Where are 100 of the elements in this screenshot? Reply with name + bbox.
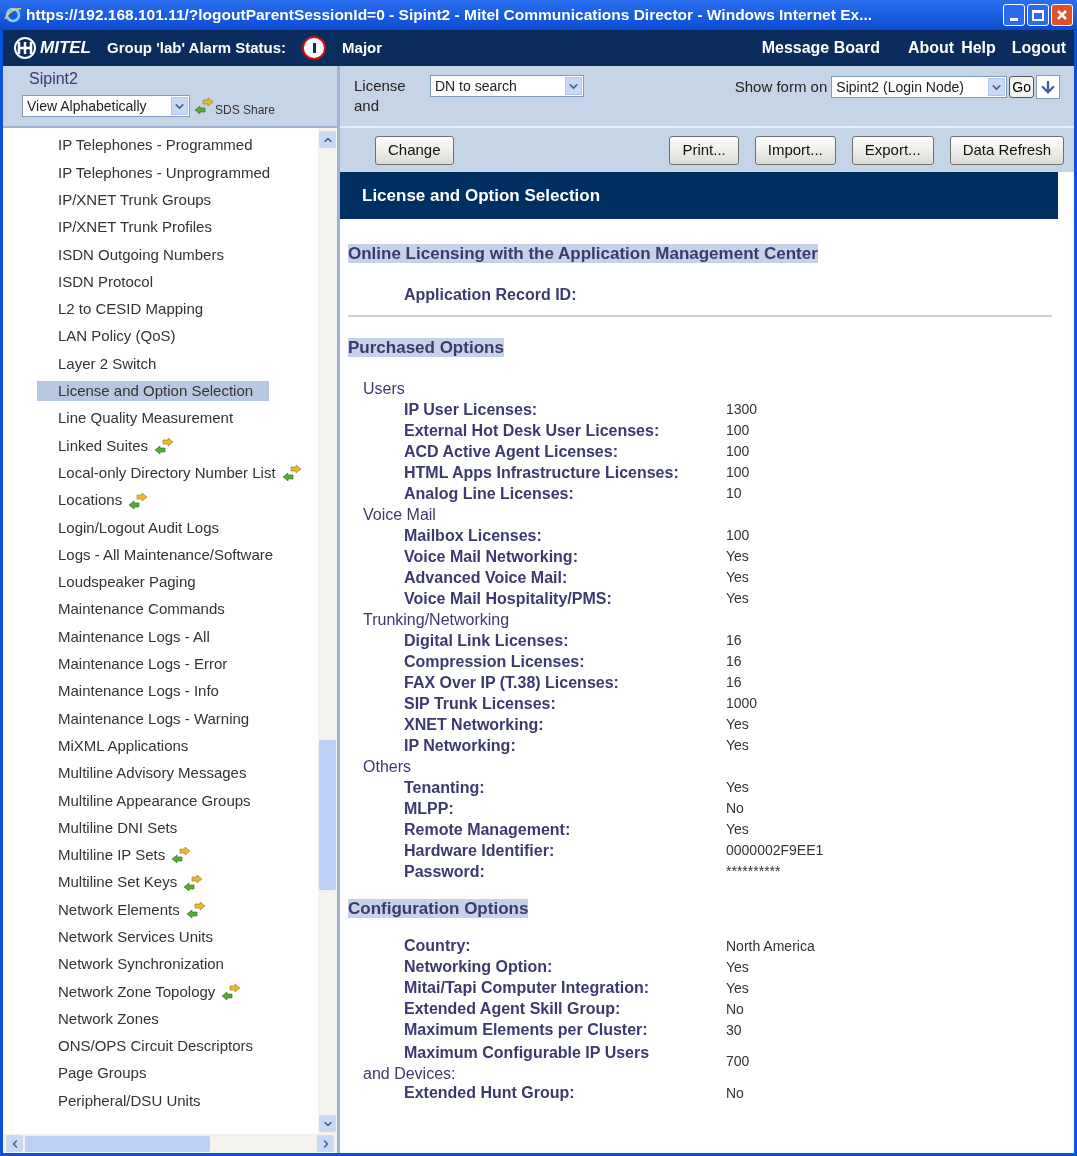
toolbar-button[interactable]: Import... [754,135,836,165]
group-label: Others [363,756,411,777]
sidebar-item[interactable]: Login/Logout Audit Logs [37,517,221,538]
field-label: Analog Line Licenses: [404,483,575,504]
sidebar-item[interactable]: Maintenance Commands [37,599,227,620]
header-link[interactable]: About [907,36,955,60]
sidebar-item[interactable]: Network Synchronization [37,954,226,975]
scroll-thumb[interactable] [25,1135,210,1152]
toolbar-button[interactable]: Export... [851,135,934,165]
scroll-thumb[interactable] [319,740,336,890]
form-label: License and [354,76,407,116]
field-label: Maximum Configurable IP Users [404,1042,651,1062]
toolbar-button[interactable]: Data Refresh [949,135,1064,165]
field-label: Advanced Voice Mail: [404,567,569,588]
horizontal-scrollbar[interactable] [3,1134,337,1153]
sidebar-item[interactable]: Multiline DNI Sets [37,818,180,839]
sidebar-item[interactable]: Loudspeaker Paging [37,572,198,593]
sidebar-item[interactable]: IP Telephones - Programmed [37,135,255,156]
field-label: Extended Agent Skill Group: [404,999,622,1019]
field-value: 1300 [726,400,758,419]
sidebar-item[interactable]: Page Groups [37,1063,149,1084]
header-link[interactable]: Help [961,36,996,60]
field-value: 100 [726,463,750,482]
window-title: https://192.168.101.11/?logoutParentSessionId=0 - Sipint2 - Mitel Communications Director - Windows Internet Ex... [26,5,874,26]
sidebar-item[interactable]: Layer 2 Switch [37,354,159,374]
field-value: Yes [726,568,749,587]
sidebar-item[interactable]: ISDN Protocol [37,272,156,293]
sidebar-item[interactable]: IP/XNET Trunk Profiles [37,217,214,238]
header-link[interactable]: Message Board [761,36,880,60]
search-select[interactable]: DN to search [430,75,584,97]
field-label: XNET Networking: [404,714,545,735]
form-title: License and Option Selection [362,184,601,207]
logo-text: MITEL [40,37,91,60]
alarm-status-label: Group 'lab' Alarm Status: [107,37,287,58]
node-name: Sipint2 [29,69,79,89]
sidebar-item[interactable]: IP/XNET Trunk Groups [37,190,214,211]
field-label: Extended Hunt Group: [404,1083,576,1103]
field-value: 16 [726,631,742,650]
field-value: Yes [726,957,749,977]
field-label: MLPP: [404,798,455,819]
field-label: Networking Option: [404,957,554,977]
node-select[interactable]: Sipint2 (Login Node) [831,76,1008,98]
sidebar-item[interactable]: Line Quality Measurement [37,408,236,429]
field-value: Yes [726,978,749,998]
field-value: Yes [726,547,749,566]
field-value: 700 [726,1052,750,1071]
header-link[interactable]: Logout [1011,36,1066,60]
field-label: Tenanting: [404,777,486,798]
go-button[interactable]: Go [1009,76,1034,98]
sidebar-item[interactable]: Network Zones [37,1009,161,1030]
field-label: Compression Licenses: [404,651,586,672]
view-select[interactable]: View Alphabetically [22,95,190,117]
sidebar-item[interactable]: LAN Policy (QoS) [37,326,178,347]
sidebar-item[interactable]: Locations [37,490,125,511]
sidebar-item[interactable]: Local-only Directory Number List [37,463,278,484]
group-label: Users [363,378,405,399]
field-value: No [726,999,744,1019]
vertical-scrollbar[interactable] [318,128,337,1134]
sidebar-item[interactable]: Maintenance Logs - Info [37,681,221,702]
toolbar-button[interactable]: Change [375,135,454,165]
sidebar-item[interactable]: Multiline Set Keys [37,872,180,893]
field-label: IP Networking: [404,735,517,756]
close-button[interactable] [1051,4,1073,26]
sidebar-item[interactable]: Network Elements [37,899,182,920]
minimize-button[interactable] [1003,4,1025,26]
sidebar-item[interactable]: License and Option Selection [37,381,270,402]
field-value: 10 [726,484,742,503]
field-label: Application Record ID: [404,284,577,305]
sidebar-item[interactable]: Maintenance Logs - Warning [37,708,252,729]
field-label: Maximum Elements per Cluster: [404,1020,649,1040]
field-value: 0000002F9EE1 [726,841,824,860]
sidebar-item[interactable]: MiXML Applications [37,736,191,757]
sidebar-item[interactable]: Linked Suites [37,435,151,456]
maximize-button[interactable] [1027,4,1049,26]
sidebar-item[interactable]: Peripheral/DSU Units [37,1091,203,1112]
sidebar-item[interactable]: Maintenance Logs - All [37,627,212,647]
sidebar-item[interactable]: Logs - All Maintenance/Software [37,545,276,566]
field-value: Yes [726,715,749,734]
section-heading: Online Licensing with the Application Management Center [348,244,818,263]
field-label: SIP Trunk Licenses: [404,693,557,714]
sds-share-label: SDS Share [215,102,276,119]
sidebar-item[interactable]: Multiline Appearance Groups [37,790,253,811]
download-button[interactable] [1036,75,1060,99]
sidebar-item[interactable]: Multiline Advisory Messages [37,763,249,784]
field-label: External Hot Desk User Licenses: [404,420,661,441]
field-label: Voice Mail Hospitality/PMS: [404,588,613,609]
show-form-label: Show form on [734,77,828,97]
toolbar-button[interactable]: Print... [669,135,739,165]
sidebar-item[interactable]: Network Zone Topology [37,981,218,1002]
sidebar-item[interactable]: IP Telephones - Unprogrammed [37,162,273,183]
field-label: Remote Management: [404,819,572,840]
sidebar-item[interactable]: Multiline IP Sets [37,845,168,866]
group-label: Trunking/Networking [363,609,510,630]
sidebar-item[interactable]: ONS/OPS Circuit Descriptors [37,1036,256,1057]
sidebar-item[interactable]: Maintenance Logs - Error [37,654,230,675]
sidebar-item[interactable]: L2 to CESID Mapping [37,299,206,320]
sidebar-item[interactable]: Network Services Units [37,927,216,948]
swap-arrows-icon [194,98,214,114]
field-value: 16 [726,652,742,671]
sidebar-item[interactable]: ISDN Outgoing Numbers [37,244,226,265]
